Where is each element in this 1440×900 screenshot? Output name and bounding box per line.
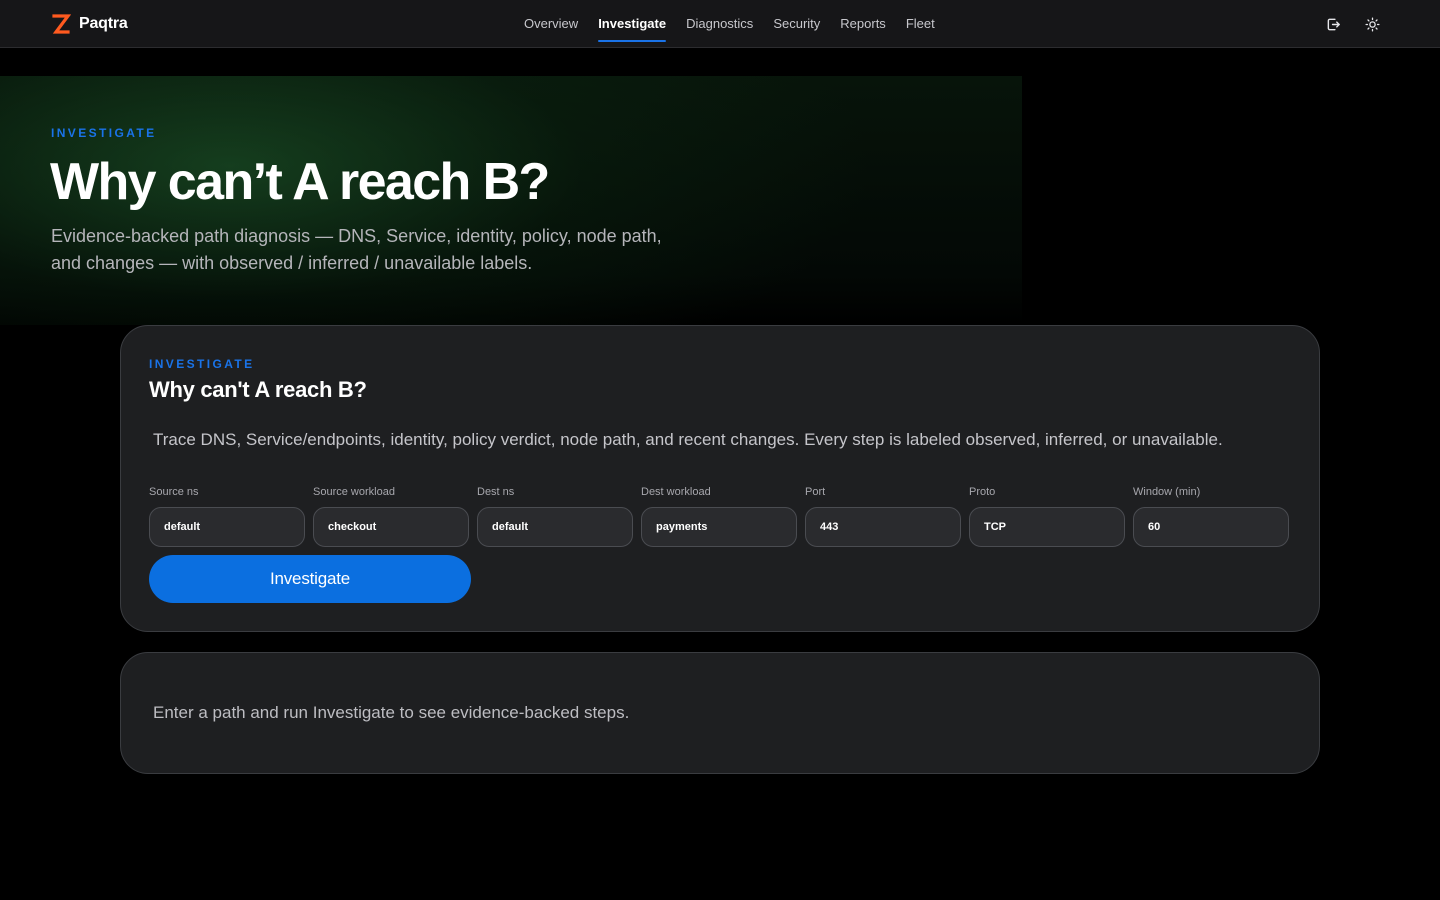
field-dest-workload: Dest workload (641, 486, 797, 547)
source-workload-input[interactable] (313, 507, 469, 547)
field-port: Port (805, 486, 961, 547)
investigate-form-card: INVESTIGATE Why can't A reach B? Trace D… (120, 325, 1320, 632)
field-label: Dest ns (477, 486, 515, 498)
page-subtitle: Evidence-backed path diagnosis — DNS, Se… (51, 226, 662, 273)
field-label: Port (805, 486, 826, 498)
field-source-ns: Source ns (149, 486, 305, 547)
form-eyebrow: INVESTIGATE (149, 357, 255, 371)
logout-button[interactable] (1323, 14, 1343, 34)
field-label: Source ns (149, 486, 199, 498)
theme-toggle-button[interactable] (1362, 14, 1382, 34)
logout-icon (1327, 18, 1340, 30)
field-proto: Proto (969, 486, 1125, 547)
dest-ns-input[interactable] (477, 507, 633, 547)
nav-item-reports[interactable]: Reports (830, 0, 896, 46)
nav-item-fleet[interactable]: Fleet (896, 0, 945, 46)
source-ns-input[interactable] (149, 507, 305, 547)
sun-icon (1364, 16, 1380, 32)
proto-input[interactable] (969, 507, 1125, 547)
field-dest-ns: Dest ns (477, 486, 633, 547)
field-label: Source workload (313, 486, 395, 498)
brand-logo-icon (52, 14, 71, 34)
window-input[interactable] (1133, 507, 1289, 547)
port-input[interactable] (805, 507, 961, 547)
form-description: Trace DNS, Service/endpoints, identity, … (153, 430, 1223, 449)
brand-name: Paqtra (79, 15, 128, 32)
nav-item-security[interactable]: Security (763, 0, 830, 46)
nav-item-overview[interactable]: Overview (514, 0, 588, 46)
field-window: Window (min) (1133, 486, 1289, 547)
empty-state-text: Enter a path and run Investigate to see … (153, 703, 630, 722)
page-title: Why can’t A reach B? (50, 153, 550, 211)
brand[interactable]: Paqtra (51, 13, 128, 35)
form-title: Why can't A reach B? (149, 377, 367, 402)
dest-workload-input[interactable] (641, 507, 797, 547)
path-fields: Source ns Source workload Dest ns Dest w… (149, 486, 1291, 547)
results-card: Enter a path and run Investigate to see … (120, 652, 1320, 774)
hero-section: INVESTIGATE Why can’t A reach B? Evidenc… (0, 76, 1022, 325)
hero-eyebrow: INVESTIGATE (51, 126, 157, 140)
main-nav: Overview Investigate Diagnostics Securit… (514, 0, 945, 48)
top-navbar: Paqtra Overview Investigate Diagnostics … (0, 0, 1440, 48)
nav-item-investigate[interactable]: Investigate (588, 0, 676, 46)
field-source-workload: Source workload (313, 486, 469, 547)
field-label: Proto (969, 486, 996, 498)
field-label: Dest workload (641, 486, 711, 498)
investigate-button[interactable]: Investigate (149, 555, 471, 603)
nav-item-diagnostics[interactable]: Diagnostics (676, 0, 763, 46)
field-label: Window (min) (1133, 486, 1201, 498)
